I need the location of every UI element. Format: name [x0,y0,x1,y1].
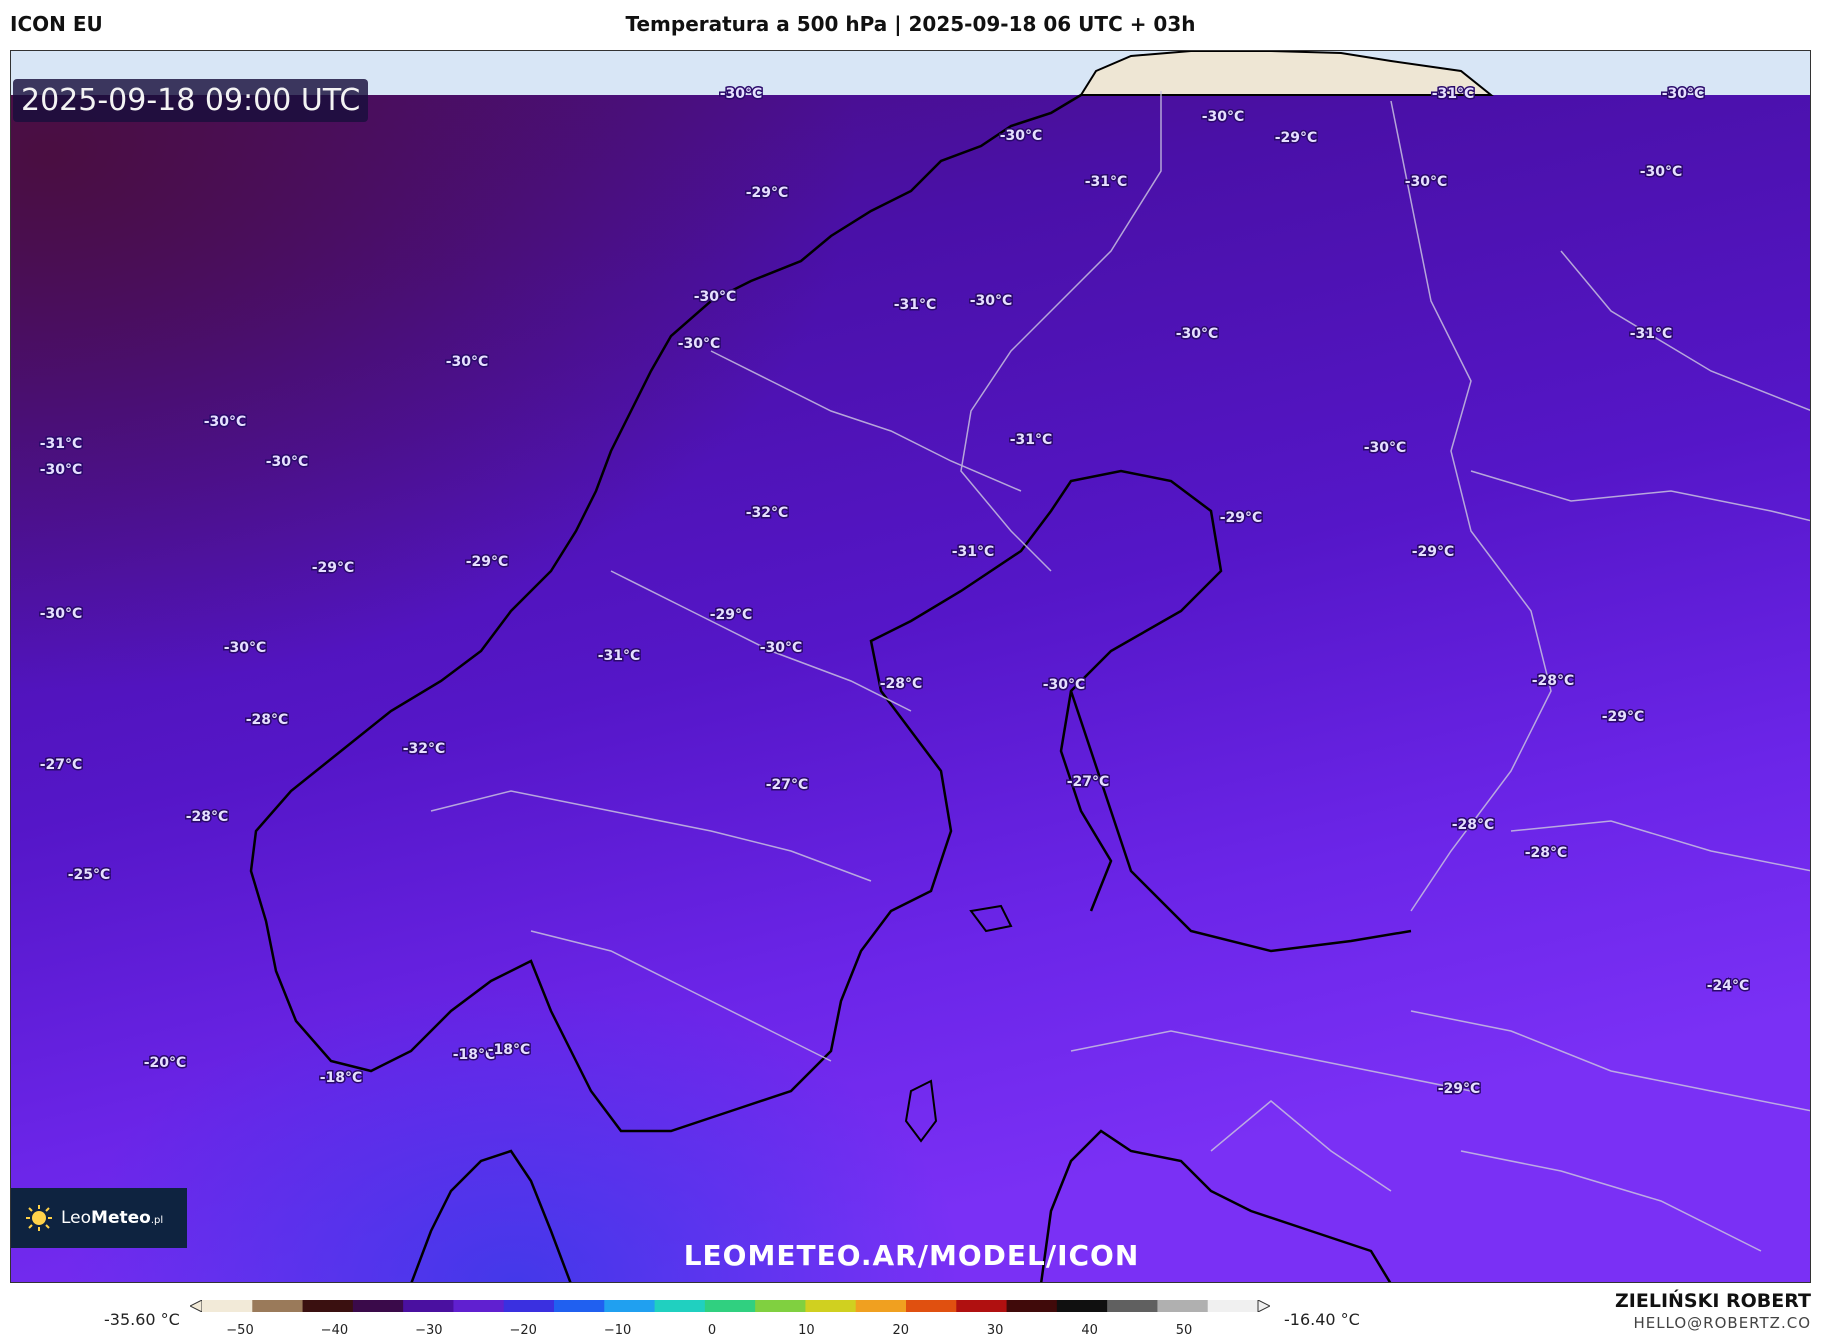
isotherm-label: -18°C [488,1042,531,1058]
isotherm-label: -27°C [766,777,809,793]
isotherm-label: -30°C [40,462,83,478]
isotherm-label: -25°C [68,867,111,883]
isotherm-label: -29°C [710,607,753,623]
isotherm-label: -31°C [1630,326,1673,342]
colorbar-tick-label: −40 [320,1323,349,1338]
isotherm-label: -31°C [1010,432,1053,448]
isotherm-label: -31°C [598,648,641,664]
colorbar-tick-label: 20 [892,1323,910,1338]
isotherm-label: -30°C [266,454,309,470]
isotherm-label: -30°C [1662,86,1705,102]
valid-time-label: 2025-09-18 09:00 UTC [13,79,369,122]
isotherm-label: -18°C [320,1070,363,1086]
isotherm-label: -28°C [1525,845,1568,861]
colorbar-tick-label: −30 [415,1323,443,1338]
isotherm-label: -27°C [1067,774,1110,790]
site-watermark: LEOMETEO.AR/MODEL/ICON [683,1239,1140,1272]
colorbar-tick-label: 30 [986,1323,1004,1338]
isotherm-label: -29°C [1412,544,1455,560]
colorbar-segment [1207,1300,1259,1312]
isotherm-label: -28°C [186,809,229,825]
isotherm-label: -29°C [1438,1081,1481,1097]
isotherm-label: -30°C [1364,440,1407,456]
isotherm-label: -30°C [224,640,267,656]
colorbar-segment [654,1300,706,1312]
colorbar-segment [554,1300,605,1312]
isotherm-label: -27°C [40,757,83,773]
colorbar-segment [1056,1300,1108,1312]
isotherm-label: -31°C [1085,174,1128,190]
colorbar-segment [805,1300,857,1312]
isotherm-label: -30°C [1176,326,1219,342]
colorbar-min-label: -35.60 °C [104,1310,180,1329]
colorbar-segment [403,1300,454,1312]
colorbar-segment [252,1300,304,1312]
isotherm-label: -28°C [246,712,289,728]
colorbar [190,1300,1270,1312]
colorbar-segment [503,1300,555,1312]
isotherm-label: -31°C [952,544,995,560]
isotherm-label: -30°C [1202,109,1245,125]
colorbar-max-arrow [1257,1300,1270,1312]
colorbar-segment [1006,1300,1058,1312]
colorbar-tick-label: −50 [226,1323,254,1338]
isotherm-label: -31°C [40,436,83,452]
colorbar-segment [906,1300,957,1312]
colorbar-segment [453,1300,505,1312]
colorbar-segment [352,1300,404,1312]
colorbar-segment [604,1300,656,1312]
isotherm-label: -30°C [40,606,83,622]
colorbar-segment [1157,1300,1209,1312]
isotherm-label: -30°C [970,293,1013,309]
colorbar-max-label: -16.40 °C [1284,1310,1360,1329]
isotherm-label: -29°C [466,554,509,570]
isotherm-label: -30°C [446,354,489,370]
colorbar-segment [202,1300,253,1312]
isotherm-label: -30°C [1000,128,1043,144]
isotherm-label: -29°C [1275,130,1318,146]
isotherm-label: -31°C [894,297,937,313]
colorbar-min-arrow [190,1300,203,1312]
isotherm-label: -30°C [760,640,803,656]
colorbar-tick-label: −10 [603,1323,632,1338]
isotherm-label: -29°C [1220,510,1263,526]
colorbar-tick-label: 0 [707,1323,717,1338]
colorbar-tick-label: −20 [509,1323,537,1338]
isotherm-label: -30°C [694,289,737,305]
colorbar-tick-label: 50 [1175,1323,1193,1338]
map-title: Temperatura a 500 hPa | 2025-09-18 06 UT… [625,12,1196,36]
isotherm-label: -32°C [403,741,446,757]
sun-icon [26,1205,52,1231]
isotherm-label: -29°C [312,560,355,576]
isotherm-label: -30°C [678,336,721,352]
logo-text: LeoMeteo.pl [61,1208,164,1228]
colorbar-segment [1107,1300,1158,1312]
colorbar-segment [855,1300,907,1312]
isotherm-label: -30°C [1640,164,1683,180]
author-name: ZIELIŃSKI ROBERT [1615,1290,1811,1312]
isotherm-label: -28°C [880,676,923,692]
isotherm-label: -32°C [746,505,789,521]
colorbar-segment [704,1300,756,1312]
isotherm-label: -30°C [1405,174,1448,190]
isotherm-label: -30°C [204,414,247,430]
isotherm-label: -29°C [746,185,789,201]
isotherm-label: -29°C [1602,709,1645,725]
isotherm-label: -30°C [1043,677,1086,693]
author-email[interactable]: HELLO@ROBERTZ.CO [1633,1314,1811,1332]
isotherm-label: -28°C [1532,673,1575,689]
temperature-map[interactable]: -30°C -30°C -31°C -30°C -30°C -29°C -31°C -30°C… [11,51,1811,1283]
map-panel[interactable]: -30°C -30°C -31°C -30°C -30°C -29°C -31°C -30°C… [10,50,1811,1283]
isotherm-label: -20°C [144,1055,187,1071]
colorbar-tick-label: 40 [1081,1323,1098,1338]
isotherm-label: -30°C [720,86,763,102]
isotherm-label: -31°C [1432,86,1475,102]
colorbar-segment [956,1300,1008,1312]
isotherm-label: -24°C [1707,978,1750,994]
isotherm-label: -28°C [1452,817,1495,833]
colorbar-segment [302,1300,354,1312]
colorbar-segment [755,1300,806,1312]
colorbar-tick-label: 10 [798,1323,815,1338]
